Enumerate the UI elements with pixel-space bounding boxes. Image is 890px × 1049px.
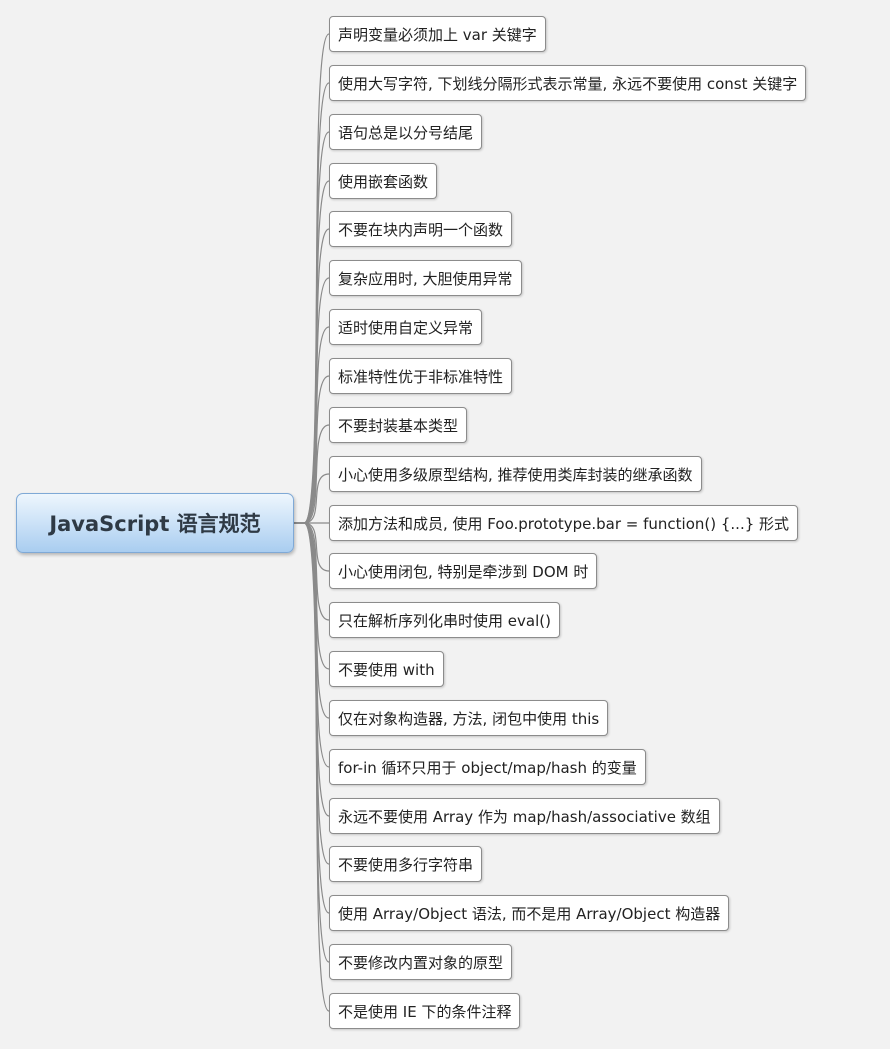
branch-topic-label: 小心使用多级原型结构, 推荐使用类库封装的继承函数: [338, 465, 693, 484]
branch-topic-label: 标准特性优于非标准特性: [338, 367, 504, 386]
connector-line-3: [294, 131, 330, 524]
branch-topic-10[interactable]: 小心使用多级原型结构, 推荐使用类库封装的继承函数: [329, 456, 702, 492]
branch-topic-label: 永远不要使用 Array 作为 map/hash/associative 数组: [338, 807, 711, 826]
connector-line-10: [294, 473, 330, 524]
branch-topic-2[interactable]: 使用大写字符, 下划线分隔形式表示常量, 永远不要使用 const 关键字: [329, 65, 807, 101]
branch-topic-3[interactable]: 语句总是以分号结尾: [329, 114, 483, 150]
branch-topic-label: 不是使用 IE 下的条件注释: [338, 1002, 512, 1021]
connector-line-5: [294, 228, 330, 524]
connector-line-18: [294, 522, 330, 865]
branch-topic-label: 不要在块内声明一个函数: [338, 220, 504, 239]
branch-topic-9[interactable]: 不要封装基本类型: [329, 407, 468, 443]
branch-topic-18[interactable]: 不要使用多行字符串: [329, 846, 483, 882]
branch-topic-label: 不要封装基本类型: [338, 416, 459, 435]
branch-topic-13[interactable]: 只在解析序列化串时使用 eval(): [329, 602, 560, 638]
branch-topic-label: for-in 循环只用于 object/map/hash 的变量: [338, 758, 637, 777]
branch-topic-14[interactable]: 不要使用 with: [329, 651, 444, 687]
connector-line-6: [294, 277, 330, 524]
connector-line-1: [294, 33, 330, 524]
branch-topic-label: 小心使用闭包, 特别是牵涉到 DOM 时: [338, 562, 589, 581]
branch-topic-4[interactable]: 使用嵌套函数: [329, 163, 438, 199]
mind-map: JavaScript 语言规范 声明变量必须加上 var 关键字使用大写字符, …: [0, 0, 890, 1049]
branch-topic-label: 使用大写字符, 下划线分隔形式表示常量, 永远不要使用 const 关键字: [338, 74, 798, 93]
connector-line-17: [294, 522, 330, 817]
branch-topic-19[interactable]: 使用 Array/Object 语法, 而不是用 Array/Object 构造…: [329, 895, 730, 931]
connector-line-12: [294, 522, 330, 572]
branch-topic-label: 不要使用 with: [338, 660, 435, 679]
branch-topic-1[interactable]: 声明变量必须加上 var 关键字: [329, 16, 546, 52]
connector-line-15: [294, 522, 330, 719]
branch-topic-8[interactable]: 标准特性优于非标准特性: [329, 358, 513, 394]
connector-line-13: [294, 522, 330, 621]
connector-line-7: [294, 326, 330, 524]
branch-topic-5[interactable]: 不要在块内声明一个函数: [329, 211, 513, 247]
connector-line-2: [294, 82, 330, 524]
branch-topic-label: 只在解析序列化串时使用 eval(): [338, 611, 551, 630]
branch-topic-label: 使用嵌套函数: [338, 172, 429, 191]
branch-topic-6[interactable]: 复杂应用时, 大胆使用异常: [329, 260, 522, 296]
branch-topic-label: 使用 Array/Object 语法, 而不是用 Array/Object 构造…: [338, 904, 721, 923]
connector-line-14: [294, 522, 330, 670]
branch-topic-label: 仅在对象构造器, 方法, 闭包中使用 this: [338, 709, 600, 728]
connector-line-9: [294, 424, 330, 524]
connector-line-20: [294, 522, 330, 963]
branch-topic-label: 声明变量必须加上 var 关键字: [338, 25, 537, 44]
connector-line-19: [294, 522, 330, 914]
branch-topic-16[interactable]: for-in 循环只用于 object/map/hash 的变量: [329, 749, 646, 785]
connector-line-21: [294, 522, 330, 1012]
branch-topic-20[interactable]: 不要修改内置对象的原型: [329, 944, 513, 980]
root-topic[interactable]: JavaScript 语言规范: [16, 493, 294, 553]
branch-topic-label: 不要使用多行字符串: [338, 855, 474, 874]
branch-topic-11[interactable]: 添加方法和成员, 使用 Foo.prototype.bar = function…: [329, 505, 799, 541]
connector-line-4: [294, 180, 330, 524]
connector-line-8: [294, 375, 330, 524]
branch-topic-12[interactable]: 小心使用闭包, 特别是牵涉到 DOM 时: [329, 553, 598, 589]
branch-topic-label: 语句总是以分号结尾: [338, 123, 474, 142]
branch-topic-15[interactable]: 仅在对象构造器, 方法, 闭包中使用 this: [329, 700, 609, 736]
branch-topic-7[interactable]: 适时使用自定义异常: [329, 309, 483, 345]
branch-topic-21[interactable]: 不是使用 IE 下的条件注释: [329, 993, 521, 1029]
root-topic-label: JavaScript 语言规范: [49, 512, 261, 536]
connector-line-16: [294, 522, 330, 768]
branch-topic-label: 添加方法和成员, 使用 Foo.prototype.bar = function…: [338, 514, 790, 533]
branch-topic-label: 复杂应用时, 大胆使用异常: [338, 269, 513, 288]
branch-topic-label: 不要修改内置对象的原型: [338, 953, 504, 972]
branch-topic-label: 适时使用自定义异常: [338, 318, 474, 337]
branch-topic-17[interactable]: 永远不要使用 Array 作为 map/hash/associative 数组: [329, 798, 720, 834]
